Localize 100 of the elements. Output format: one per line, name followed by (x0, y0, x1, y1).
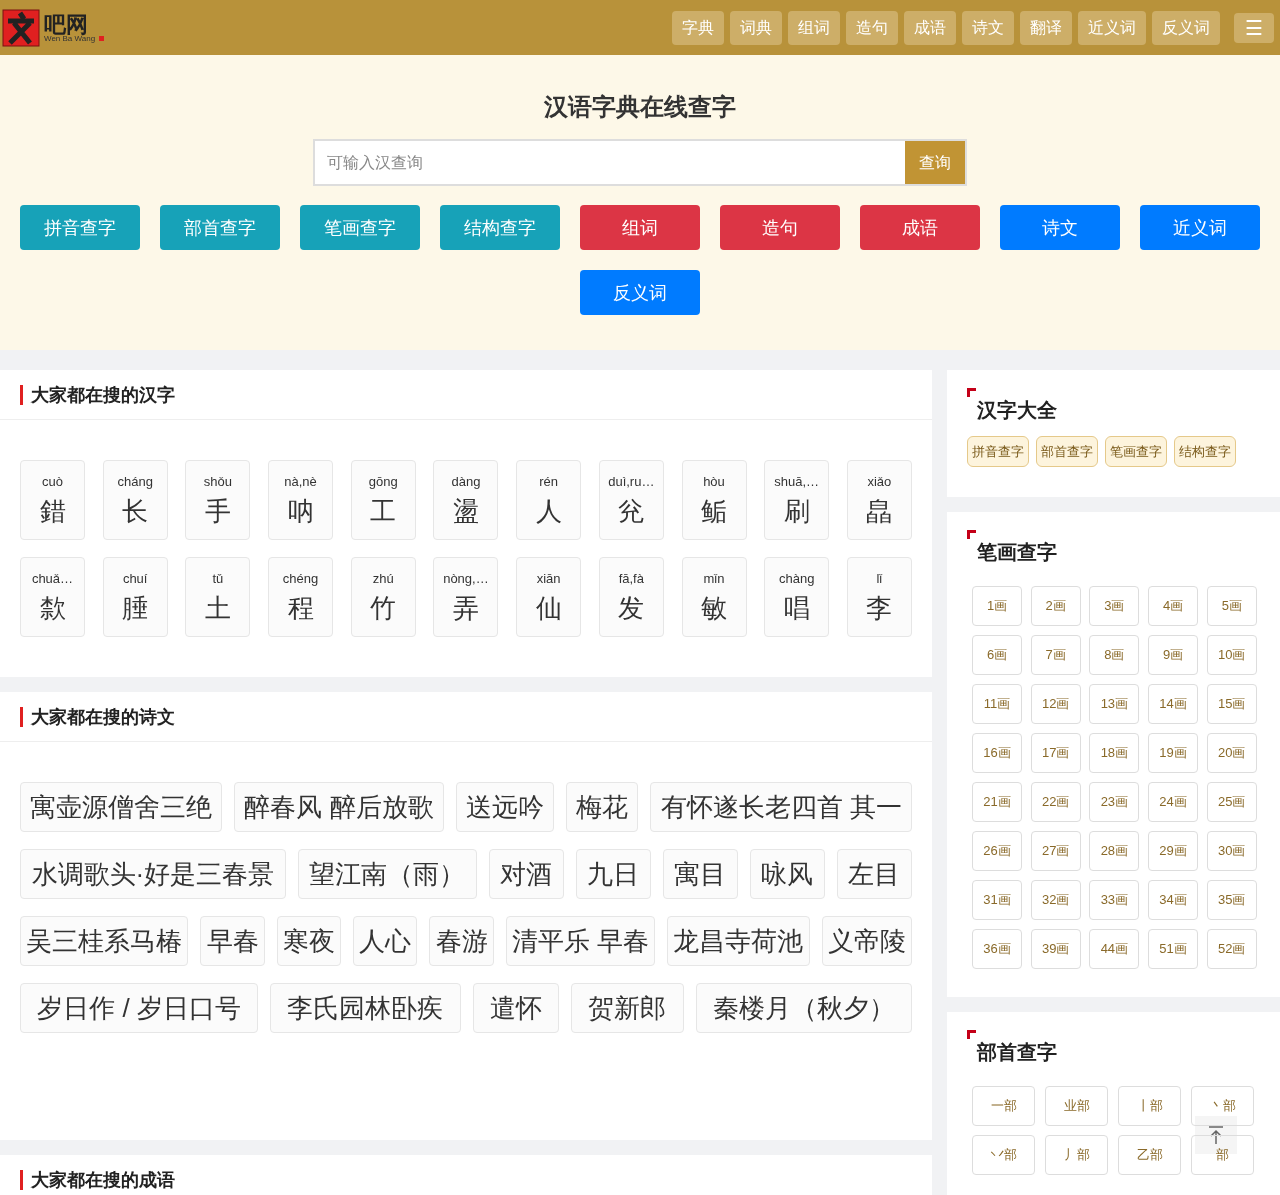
character-tile[interactable]: xiān 仙 (516, 557, 582, 637)
poem-tag[interactable]: 醉春风 醉后放歌 (234, 782, 444, 832)
category-link[interactable]: 笔画查字 (1105, 436, 1167, 467)
stroke-count-link[interactable]: 35画 (1206, 880, 1257, 920)
radical-link[interactable]: 丨部 (1118, 1086, 1181, 1126)
poem-tag[interactable]: 春游 (429, 916, 494, 966)
category-button[interactable]: 拼音查字 (20, 205, 140, 250)
character-tile[interactable]: shuā,… 刷 (764, 460, 830, 540)
stroke-count-link[interactable]: 18画 (1089, 733, 1140, 773)
category-button[interactable]: 近义词 (1140, 205, 1260, 250)
radical-link[interactable]: 乙部 (1118, 1135, 1181, 1175)
category-link[interactable]: 部首查字 (1036, 436, 1098, 467)
stroke-count-link[interactable]: 29画 (1148, 831, 1199, 871)
poem-tag[interactable]: 九日 (575, 849, 651, 899)
poem-tag[interactable]: 对酒 (488, 849, 564, 899)
stroke-count-link[interactable]: 15画 (1206, 684, 1257, 724)
stroke-count-link[interactable]: 6画 (972, 635, 1022, 675)
category-button[interactable]: 成语 (860, 205, 980, 250)
character-tile[interactable]: chuǎ… 歀 (20, 557, 85, 637)
stroke-count-link[interactable]: 33画 (1089, 880, 1140, 920)
character-tile[interactable]: duì,ru… 兊 (598, 460, 664, 540)
stroke-count-link[interactable]: 7画 (1030, 635, 1081, 675)
stroke-count-link[interactable]: 52画 (1206, 929, 1257, 969)
character-tile[interactable]: chàng 唱 (764, 557, 830, 637)
character-tile[interactable]: cuò 錯 (20, 460, 85, 540)
stroke-count-link[interactable]: 21画 (972, 782, 1022, 822)
character-tile[interactable]: dàng 盪 (433, 460, 499, 540)
character-tile[interactable]: fā,fà 发 (598, 557, 664, 637)
character-tile[interactable]: rén 人 (516, 460, 582, 540)
poem-tag[interactable]: 义帝陵 (821, 916, 912, 966)
search-button[interactable]: 查询 (905, 141, 965, 184)
stroke-count-link[interactable]: 30画 (1206, 831, 1257, 871)
category-button[interactable]: 反义词 (580, 270, 700, 315)
stroke-count-link[interactable]: 1画 (972, 586, 1022, 626)
stroke-count-link[interactable]: 26画 (972, 831, 1022, 871)
character-tile[interactable]: lǐ 李 (846, 557, 912, 637)
stroke-count-link[interactable]: 25画 (1206, 782, 1257, 822)
category-button[interactable]: 笔画查字 (300, 205, 420, 250)
category-link[interactable]: 拼音查字 (967, 436, 1029, 467)
radical-link[interactable]: 部 (1191, 1135, 1254, 1175)
poem-tag[interactable]: 早春 (200, 916, 265, 966)
stroke-count-link[interactable]: 23画 (1089, 782, 1140, 822)
poem-tag[interactable]: 岁日作 / 岁日口号 (20, 983, 259, 1033)
stroke-count-link[interactable]: 9画 (1148, 635, 1199, 675)
stroke-count-link[interactable]: 11画 (972, 684, 1022, 724)
character-tile[interactable]: cháng 长 (102, 460, 168, 540)
poem-tag[interactable]: 秦楼月（秋夕） (695, 983, 912, 1033)
stroke-count-link[interactable]: 51画 (1148, 929, 1199, 969)
character-tile[interactable]: tǔ 土 (185, 557, 251, 637)
poem-tag[interactable]: 贺新郎 (571, 983, 684, 1033)
character-tile[interactable]: chuí 腄 (102, 557, 168, 637)
stroke-count-link[interactable]: 16画 (972, 733, 1022, 773)
poem-tag[interactable]: 寓目 (662, 849, 738, 899)
stroke-count-link[interactable]: 17画 (1030, 733, 1081, 773)
character-tile[interactable]: nà,nè 呐 (268, 460, 334, 540)
poem-tag[interactable]: 水调歌头·好是三春景 (20, 849, 286, 899)
radical-link[interactable]: 丶部 (1191, 1086, 1254, 1126)
poem-tag[interactable]: 寒夜 (276, 916, 342, 966)
poem-tag[interactable]: 遣怀 (472, 983, 560, 1033)
poem-tag[interactable]: 寓壶源僧舍三绝 (20, 782, 223, 832)
radical-link[interactable]: 业部 (1045, 1086, 1108, 1126)
stroke-count-link[interactable]: 8画 (1089, 635, 1140, 675)
stroke-count-link[interactable]: 24画 (1148, 782, 1199, 822)
character-tile[interactable]: chéng 程 (268, 557, 334, 637)
poem-tag[interactable]: 望江南（雨） (297, 849, 477, 899)
search-field[interactable]: 可输入汉查询 (315, 141, 905, 184)
stroke-count-link[interactable]: 27画 (1030, 831, 1081, 871)
character-tile[interactable]: zhú 竹 (350, 557, 416, 637)
poem-tag[interactable]: 咏风 (749, 849, 825, 899)
radical-link[interactable]: 一部 (972, 1086, 1035, 1126)
stroke-count-link[interactable]: 2画 (1030, 586, 1081, 626)
search-bar[interactable]: 可输入汉查询 查询 (313, 139, 967, 186)
poem-tag[interactable]: 有怀遂长老四首 其一 (650, 782, 913, 832)
poem-tag[interactable]: 清平乐 早春 (505, 916, 656, 966)
stroke-count-link[interactable]: 3画 (1089, 586, 1140, 626)
character-tile[interactable]: mǐn 敏 (681, 557, 747, 637)
character-tile[interactable]: gōng 工 (350, 460, 416, 540)
category-button[interactable]: 部首查字 (160, 205, 280, 250)
stroke-count-link[interactable]: 5画 (1206, 586, 1257, 626)
stroke-count-link[interactable]: 13画 (1089, 684, 1140, 724)
poem-tag[interactable]: 吴三桂系马椿 (20, 916, 189, 966)
category-button[interactable]: 结构查字 (440, 205, 560, 250)
poem-tag[interactable]: 李氏园林卧疾 (270, 983, 461, 1033)
stroke-count-link[interactable]: 31画 (972, 880, 1022, 920)
stroke-count-link[interactable]: 32画 (1030, 880, 1081, 920)
radical-link[interactable]: 丿部 (1045, 1135, 1108, 1175)
stroke-count-link[interactable]: 34画 (1148, 880, 1199, 920)
stroke-count-link[interactable]: 14画 (1148, 684, 1199, 724)
poem-tag[interactable]: 梅花 (566, 782, 639, 832)
stroke-count-link[interactable]: 44画 (1089, 929, 1140, 969)
poem-tag[interactable]: 左目 (836, 849, 912, 899)
category-button[interactable]: 诗文 (1000, 205, 1120, 250)
poem-tag[interactable]: 人心 (353, 916, 418, 966)
character-tile[interactable]: hòu 鲘 (681, 460, 747, 540)
category-link[interactable]: 结构查字 (1174, 436, 1236, 467)
poem-tag[interactable]: 送远吟 (455, 782, 555, 832)
stroke-count-link[interactable]: 19画 (1148, 733, 1199, 773)
stroke-count-link[interactable]: 28画 (1089, 831, 1140, 871)
poem-tag[interactable]: 龙昌寺荷池 (667, 916, 810, 966)
stroke-count-link[interactable]: 12画 (1030, 684, 1081, 724)
